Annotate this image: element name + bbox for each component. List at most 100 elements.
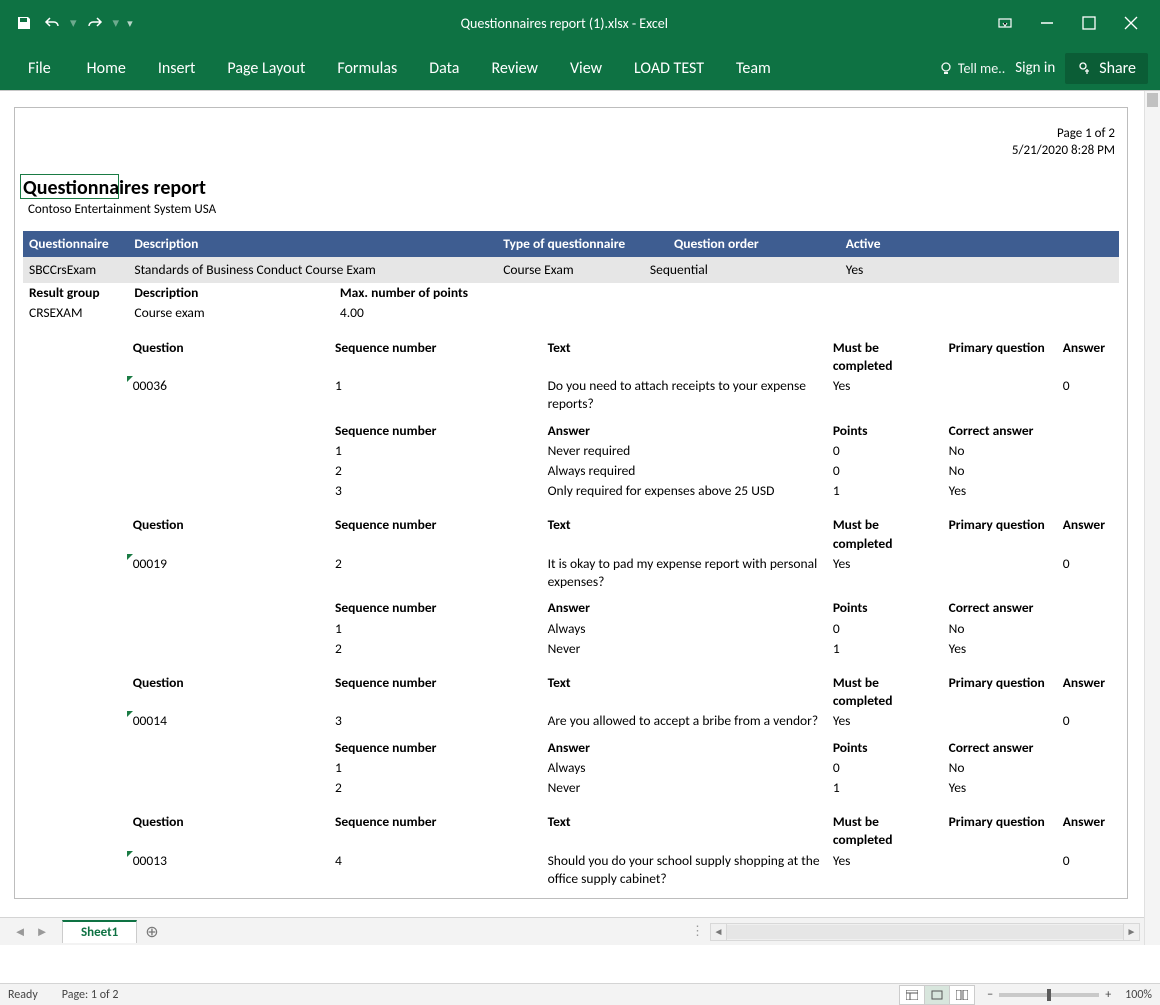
a-seq: 1 [329, 758, 542, 778]
bulb-icon [938, 60, 954, 76]
sheet-tab-bar: ◄ ► Sheet1 ⊕ ⋮ ◄ ► [0, 917, 1144, 945]
answer-header: Sequence numberAnswerPointsCorrect answe… [23, 421, 1119, 441]
zoom-in-icon[interactable]: + [1105, 988, 1111, 1002]
sheet-drag-handle[interactable]: ⋮ [691, 924, 710, 939]
ribbon: File Home Insert Page Layout Formulas Da… [0, 46, 1160, 90]
answer-row: 3Only required for expenses above 25 USD… [23, 481, 1119, 501]
undo-icon[interactable] [42, 13, 62, 33]
rg-max-val: 4.00 [334, 303, 550, 323]
answer-row: 2Never1Yes [23, 778, 1119, 798]
save-icon[interactable] [14, 13, 34, 33]
report-table: Questionnaire Description Type of questi… [23, 231, 1119, 324]
close-icon[interactable] [1122, 14, 1140, 32]
tab-page-layout[interactable]: Page Layout [211, 46, 321, 90]
ribbon-options-icon[interactable] [996, 14, 1014, 32]
page-timestamp: 5/21/2020 8:28 PM [23, 143, 1115, 160]
tab-data[interactable]: Data [413, 46, 475, 90]
q-must: Yes [827, 554, 901, 592]
sheet-next-icon[interactable]: ► [32, 922, 52, 942]
a-ans-col: Answer [542, 421, 827, 441]
vertical-scrollbar[interactable] [1144, 91, 1160, 945]
a-seq-col: Sequence number [329, 598, 542, 618]
share-label: Share [1099, 59, 1136, 78]
q-answer: 0 [1057, 711, 1119, 731]
status-bar: Ready Page: 1 of 2 − + 100% [0, 983, 1160, 1005]
question-header: QuestionSequence numberTextMust be compl… [23, 338, 1119, 376]
page-preview[interactable]: Page 1 of 2 5/21/2020 8:28 PM Questionna… [14, 107, 1128, 899]
answer-row: 2Never1Yes [23, 639, 1119, 659]
scroll-left-icon[interactable]: ◄ [711, 924, 727, 940]
tell-me[interactable]: Tell me.. [938, 60, 1005, 77]
page-header-right: Page 1 of 2 5/21/2020 8:28 PM [23, 126, 1119, 160]
rg-col: Result group [23, 283, 128, 303]
tab-file[interactable]: File [12, 46, 71, 90]
a-text: Never [542, 639, 827, 659]
scroll-right-icon[interactable]: ► [1123, 924, 1139, 940]
a-correct: Yes [943, 639, 1119, 659]
sheet-tab[interactable]: Sheet1 [62, 920, 137, 943]
view-normal-icon[interactable] [899, 985, 925, 1005]
a-text: Only required for expenses above 25 USD [542, 481, 827, 501]
window-buttons [996, 14, 1152, 32]
a-text: Never required [542, 441, 827, 461]
tab-review[interactable]: Review [475, 46, 554, 90]
zoom-out-icon[interactable]: − [987, 988, 993, 1002]
cell-description: Standards of Business Conduct Course Exa… [128, 257, 497, 283]
sheet-prev-icon[interactable]: ◄ [10, 922, 30, 942]
a-seq: 2 [329, 639, 542, 659]
rg-max-col: Max. number of points [334, 283, 550, 303]
horizontal-scrollbar[interactable]: ◄ ► [710, 923, 1140, 941]
a-text: Always [542, 619, 827, 639]
question-row: 000192It is okay to pad my expense repor… [23, 554, 1119, 592]
view-page-layout-icon[interactable] [924, 985, 950, 1005]
q-answer-col: Answer [1057, 673, 1119, 711]
a-points-col: Points [827, 738, 943, 758]
q-primary-col: Primary question [943, 515, 1057, 553]
q-col: Question [127, 812, 329, 850]
report-title-text: Questionnaires report [23, 176, 206, 200]
rg-val: CRSEXAM [23, 303, 128, 323]
rg-desc-val: Course exam [128, 303, 334, 323]
q-text-col: Text [542, 515, 827, 553]
maximize-icon[interactable] [1080, 14, 1098, 32]
view-page-break-icon[interactable] [949, 985, 975, 1005]
a-ans-col: Answer [542, 598, 827, 618]
zoom-thumb[interactable] [1047, 989, 1051, 1001]
answer-row: 2Always required0No [23, 461, 1119, 481]
q-must: Yes [827, 376, 901, 414]
status-page: Page: 1 of 2 [62, 988, 119, 1002]
a-points: 0 [827, 758, 943, 778]
col-questionnaire: Questionnaire [23, 231, 128, 257]
add-sheet-icon[interactable]: ⊕ [137, 918, 166, 946]
tell-me-label: Tell me.. [958, 60, 1005, 77]
cell-type: Course Exam Sequential [497, 257, 839, 283]
col-order: Question order [674, 235, 759, 252]
a-correct-col: Correct answer [943, 738, 1119, 758]
question-header: QuestionSequence numberTextMust be compl… [23, 812, 1119, 850]
tab-load-test[interactable]: LOAD TEST [618, 46, 720, 90]
scroll-track[interactable] [727, 925, 1123, 939]
tab-formulas[interactable]: Formulas [321, 46, 413, 90]
tab-insert[interactable]: Insert [142, 46, 212, 90]
zoom-slider[interactable] [999, 993, 1099, 997]
qat-customize-icon[interactable]: ▾ [127, 17, 133, 30]
rg-desc-col: Description [128, 283, 334, 303]
q-must: Yes [827, 711, 901, 731]
q-text: Should you do your school supply shoppin… [542, 851, 827, 889]
q-must-col: Must be completed [827, 515, 901, 553]
table-header-row: Questionnaire Description Type of questi… [23, 231, 1119, 257]
sign-in[interactable]: Sign in [1005, 59, 1065, 77]
minimize-icon[interactable] [1038, 14, 1056, 32]
q-id: 00036 [127, 376, 329, 414]
q-seq: 3 [329, 711, 542, 731]
scrollbar-thumb[interactable] [1147, 93, 1158, 107]
tab-home[interactable]: Home [71, 46, 142, 90]
question-row: 000361Do you need to attach receipts to … [23, 376, 1119, 414]
tab-view[interactable]: View [554, 46, 618, 90]
q-answer-col: Answer [1057, 812, 1119, 850]
q-answer: 0 [1057, 851, 1119, 889]
share-button[interactable]: Share [1065, 53, 1148, 84]
tab-team[interactable]: Team [720, 46, 787, 90]
a-seq: 1 [329, 619, 542, 639]
redo-icon[interactable] [85, 13, 105, 33]
